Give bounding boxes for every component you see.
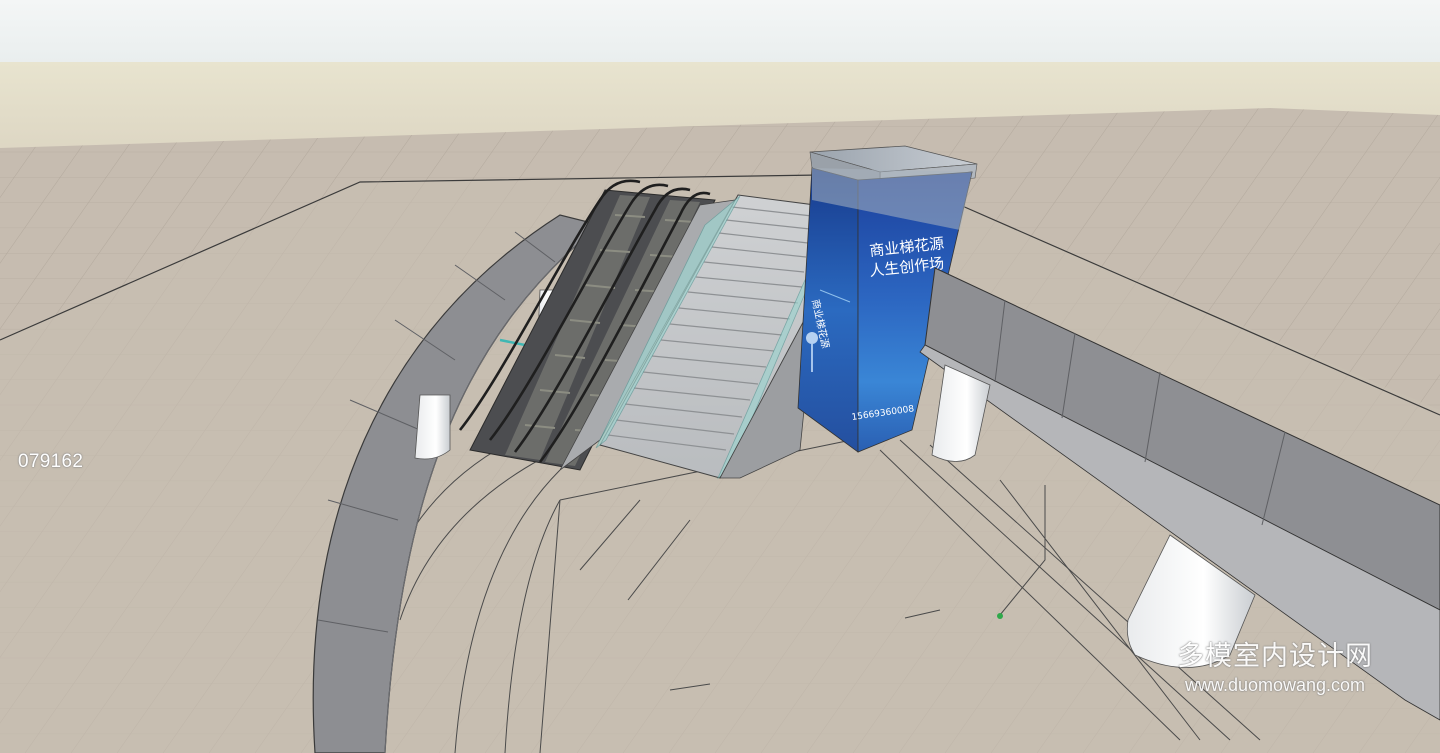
sky xyxy=(0,0,1440,64)
watermark: 多模室内设计网 www.duomowang.com xyxy=(1170,634,1380,696)
watermark-url: www.duomowang.com xyxy=(1184,675,1366,695)
watermark-chinese: 多模室内设计网 xyxy=(1177,641,1373,672)
model-id-label: 079162 xyxy=(18,451,84,472)
left-column xyxy=(414,394,451,460)
origin-marker xyxy=(997,613,1003,619)
